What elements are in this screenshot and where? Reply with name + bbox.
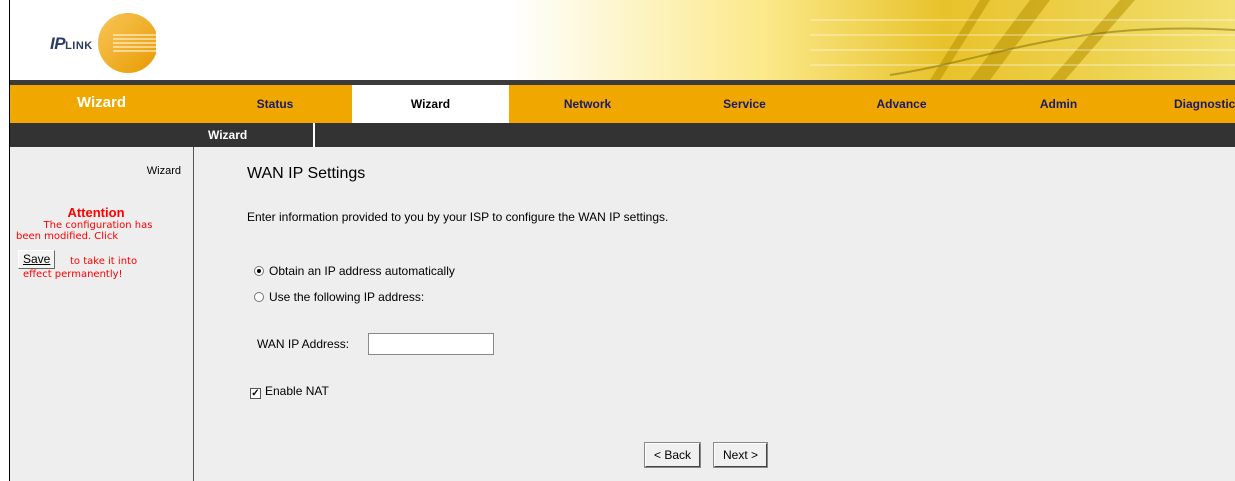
radio-row-manual[interactable]: Use the following IP address: [254,289,424,305]
enable-nat-checkbox[interactable]: ✓ [250,388,261,399]
logo-brand-small: LINK [65,40,93,52]
save-button[interactable]: Save [18,250,56,269]
banner-artwork [510,0,1235,80]
tab-status[interactable]: Status [194,85,356,123]
back-button[interactable]: < Back [643,442,702,468]
main-nav: Wizard Status Wizard Network Service Adv… [10,85,1235,123]
tab-wizard[interactable]: Wizard [352,85,509,123]
radio-auto-label: Obtain an IP address automatically [269,264,455,278]
sidebar-divider [193,147,194,481]
attention-title: Attention [67,205,125,220]
attention-message: The configuration has been modified. Cli… [16,220,180,242]
wan-ip-label: WAN IP Address: [257,337,350,351]
page-title: WAN IP Settings [247,165,366,182]
tab-diagnostic[interactable]: Diagnostic [1137,85,1235,123]
header-banner: IPLINK [10,0,1235,80]
tab-admin[interactable]: Admin [980,85,1137,123]
attention-line-2: been modified. Click [16,231,119,242]
save-hint-line-2: effect permanently! [23,269,123,280]
radio-manual-ip[interactable] [254,292,264,302]
next-button[interactable]: Next > [712,442,769,468]
radio-row-auto[interactable]: Obtain an IP address automatically [254,263,455,279]
tab-advance[interactable]: Advance [823,85,980,123]
wan-ip-input[interactable] [368,333,494,355]
nav-section-title: Wizard [76,94,127,111]
nat-row[interactable]: ✓ Enable NAT [250,383,329,399]
radio-auto-ip[interactable] [254,266,264,276]
tab-network[interactable]: Network [509,85,666,123]
subnav-item-wizard[interactable]: Wizard [198,123,315,147]
sub-nav: Wizard [10,123,1235,147]
logo-text: IPLINK [50,34,93,54]
logo-brand-main: IP [50,34,66,53]
attention-line-1: The configuration has [43,220,153,231]
tab-service[interactable]: Service [666,85,823,123]
save-hint-line-1: to take it into [70,256,138,267]
radio-manual-label: Use the following IP address: [269,290,425,304]
intro-text: Enter information provided to you by you… [247,210,669,224]
sidebar-heading: Wizard [146,165,181,177]
enable-nat-label: Enable NAT [265,384,329,398]
